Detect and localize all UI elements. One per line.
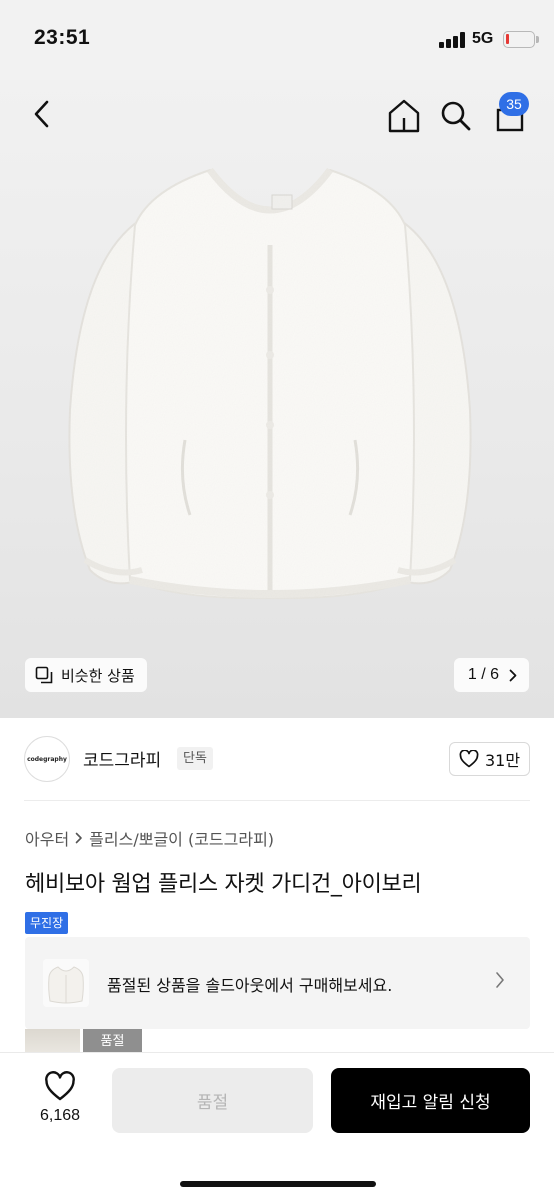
home-button[interactable]: [382, 94, 426, 138]
heart-icon[interactable]: [44, 1071, 76, 1103]
home-icon: [388, 99, 420, 133]
status-time: 23:51: [34, 26, 91, 49]
status-bar: 23:51 5G: [0, 0, 554, 80]
network-label: 5G: [472, 30, 494, 47]
breadcrumb-category[interactable]: 아우터: [25, 826, 69, 850]
signal-icon: [439, 32, 465, 48]
brand-logo-text: codegraphy: [27, 755, 67, 763]
chevron-left-icon: [34, 100, 49, 128]
gallery-page-indicator[interactable]: 1 / 6: [453, 658, 529, 692]
brand-like-count: 31만: [484, 751, 521, 770]
favorite-count: 6,168: [39, 1107, 81, 1124]
soldout-button: 품절: [112, 1068, 313, 1133]
cart-count-badge: 35: [499, 92, 529, 116]
brand-like-button[interactable]: 31만: [449, 742, 530, 776]
home-indicator: [180, 1181, 376, 1187]
soldout-banner[interactable]: 품절된 상품을 솔드아웃에서 구매해보세요.: [25, 937, 530, 1029]
soldout-thumbnail: [43, 959, 89, 1007]
battery-tip: [536, 36, 539, 43]
heart-icon: [459, 750, 479, 768]
soldout-banner-text: 품절된 상품을 솔드아웃에서 구매해보세요.: [107, 976, 393, 995]
divider: [24, 800, 530, 801]
breadcrumb: 아우터 플리스/뽀글이 (코드그라피): [25, 826, 274, 850]
chevron-right-icon: [496, 972, 504, 988]
musinsa-badge: 무진장: [25, 912, 69, 934]
breadcrumb-subcategory[interactable]: 플리스/뽀글이 (코드그라피): [89, 826, 274, 850]
product-image[interactable]: [60, 150, 480, 630]
brand-name[interactable]: 코드그라피: [83, 746, 161, 771]
bottom-action-bar: 6,168 품절 재입고 알림 신청: [0, 1052, 554, 1200]
page-indicator-text: 1 / 6: [467, 666, 499, 683]
search-icon: [441, 101, 471, 131]
soldout-overlay-label: 품절: [100, 1034, 125, 1049]
copy-icon: [35, 666, 53, 684]
chevron-right-icon: [75, 832, 82, 844]
product-gallery[interactable]: 35 비슷한 상품 1 / 6: [0, 80, 554, 718]
battery-icon: [503, 31, 535, 48]
exclusive-tag: 단독: [177, 747, 213, 770]
similar-products-button[interactable]: 비슷한 상품: [25, 658, 147, 692]
product-title: 헤비보아 웜업 플리스 자켓 가디건_아이보리: [25, 872, 422, 897]
restock-alert-button[interactable]: 재입고 알림 신청: [331, 1068, 530, 1133]
back-button[interactable]: [22, 94, 62, 134]
similar-products-label: 비슷한 상품: [61, 666, 135, 685]
search-button[interactable]: [436, 94, 476, 138]
brand-logo[interactable]: codegraphy: [24, 736, 70, 782]
chevron-right-icon: [509, 669, 517, 681]
brand-row: codegraphy 코드그라피 단독 31만: [0, 718, 554, 800]
